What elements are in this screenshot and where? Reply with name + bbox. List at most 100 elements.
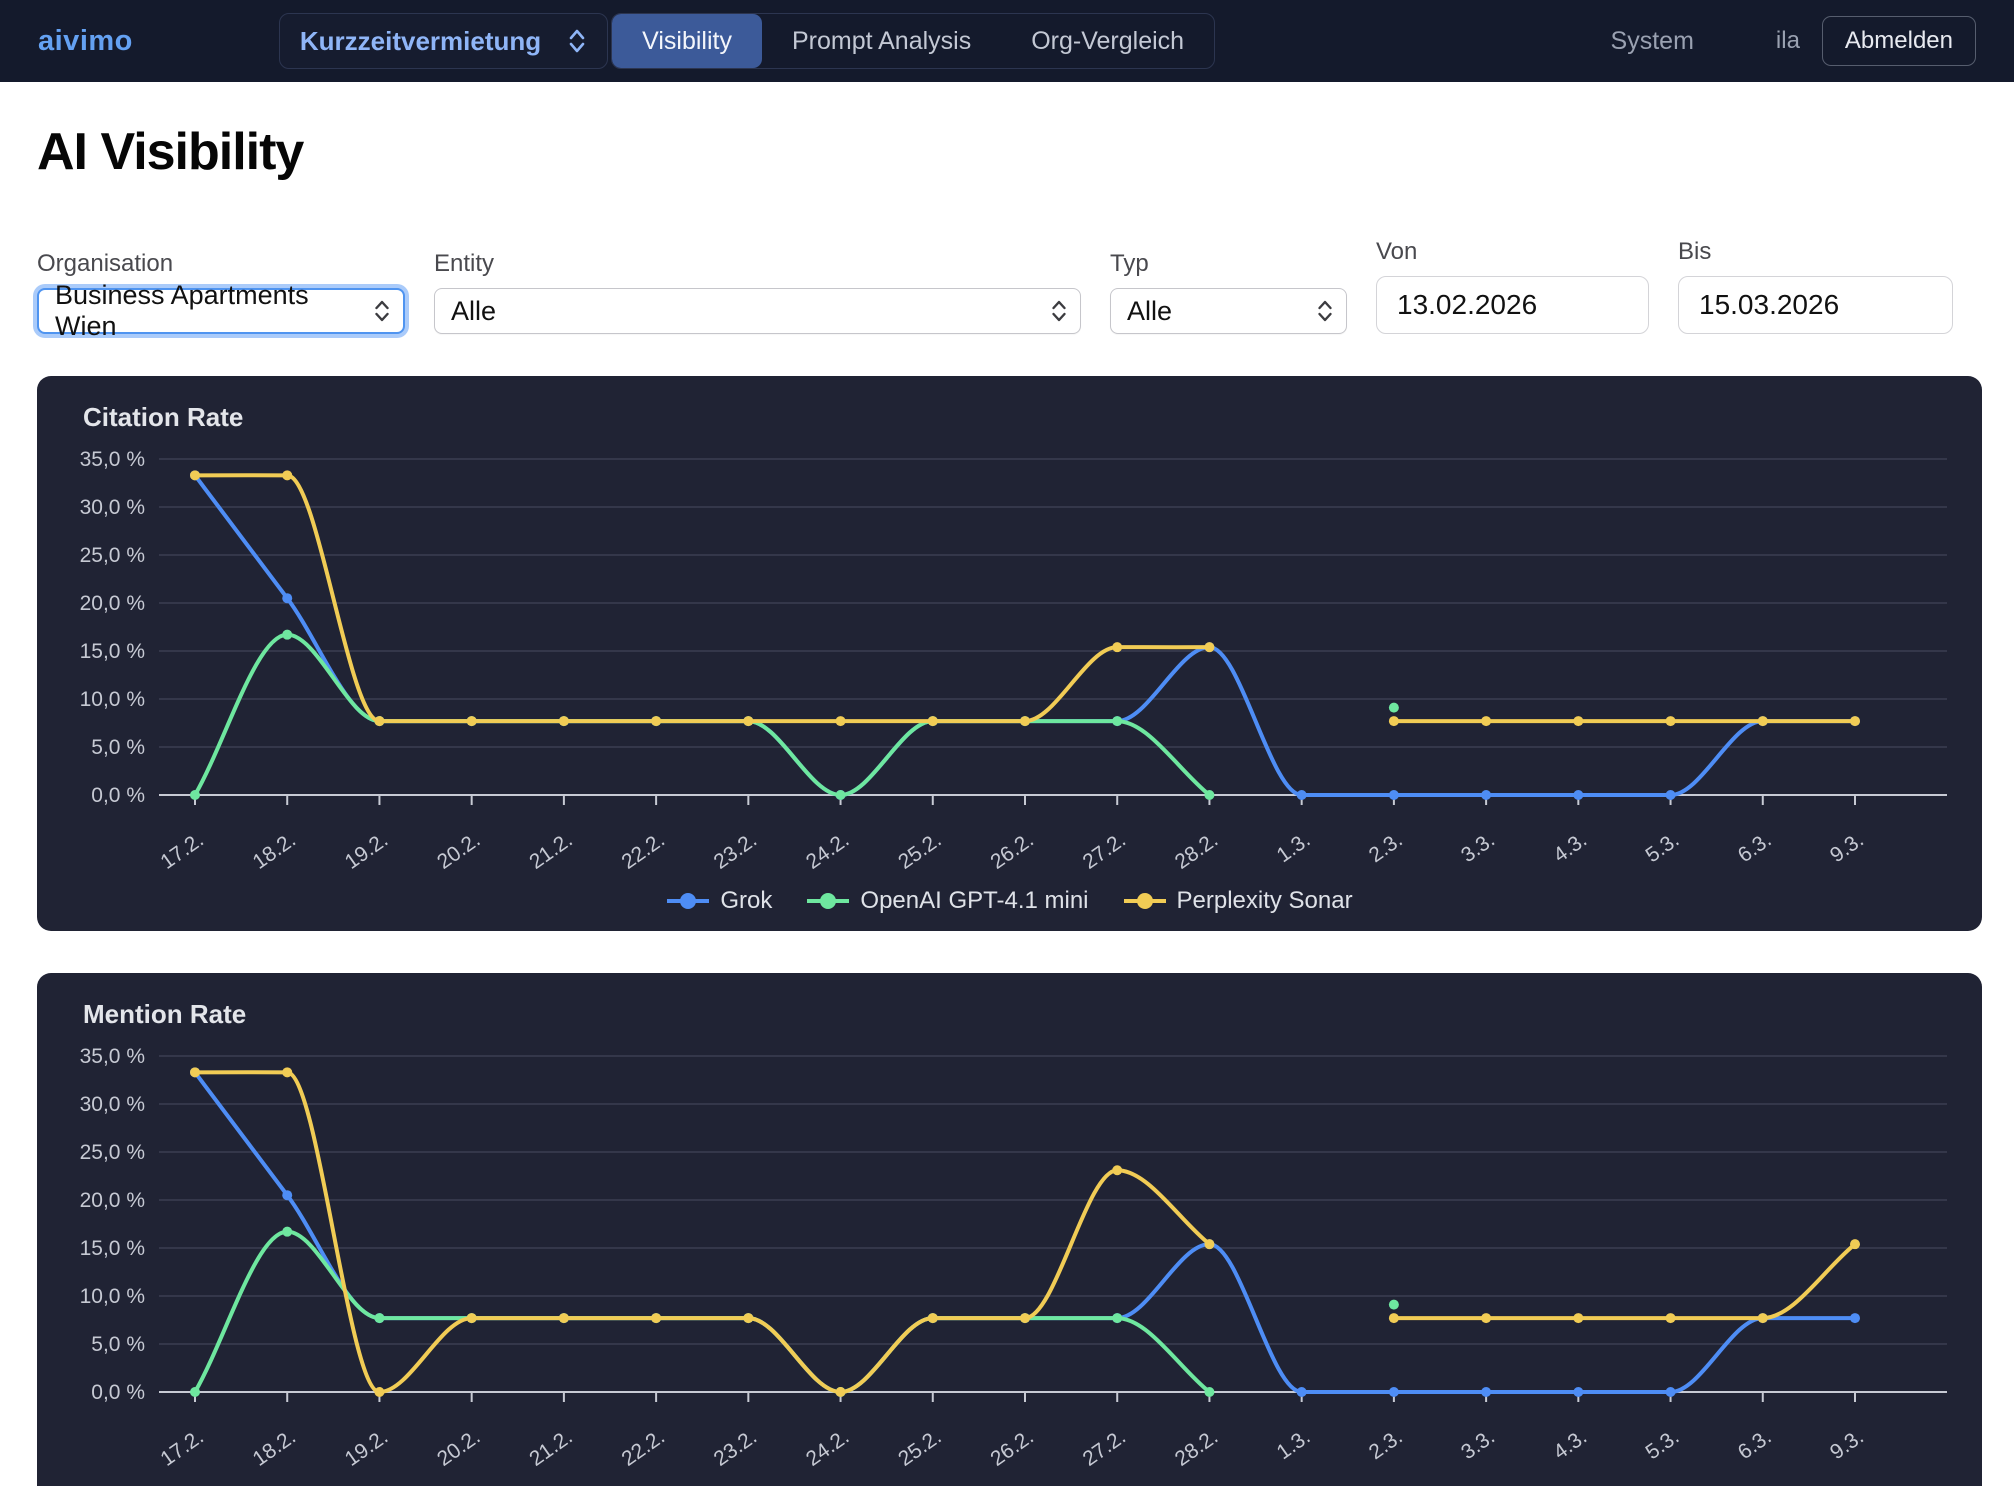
data-point-Perplexity Sonar bbox=[1573, 1313, 1583, 1323]
mention-rate-title: Mention Rate bbox=[61, 999, 1958, 1030]
legend-item-OpenAI GPT-4.1 mini[interactable]: OpenAI GPT-4.1 mini bbox=[806, 887, 1088, 915]
y-axis-label: 30,0 % bbox=[80, 496, 145, 519]
legend-item-Grok[interactable]: Grok bbox=[666, 887, 772, 915]
data-point-Perplexity Sonar bbox=[836, 716, 846, 726]
y-axis-label: 25,0 % bbox=[80, 544, 145, 567]
data-point-Perplexity Sonar bbox=[1112, 642, 1122, 652]
data-point-OpenAI GPT-4.1 mini bbox=[190, 790, 200, 800]
data-point-Perplexity Sonar bbox=[1573, 716, 1583, 726]
org-context-dropdown-label: Kurzzeitvermietung bbox=[300, 26, 541, 57]
data-point-Perplexity Sonar bbox=[1112, 1165, 1122, 1175]
y-axis-label: 15,0 % bbox=[80, 640, 145, 663]
legend-marker-icon bbox=[1123, 891, 1167, 911]
data-point-Perplexity Sonar bbox=[651, 1313, 661, 1323]
citation-rate-chart[interactable]: 0,0 %5,0 %10,0 %15,0 %20,0 %25,0 %30,0 %… bbox=[61, 443, 1958, 881]
x-axis-label: 9.3. bbox=[1826, 828, 1868, 867]
mention-rate-card: Mention Rate 0,0 %5,0 %10,0 %15,0 %20,0 … bbox=[37, 973, 1982, 1486]
data-point-OpenAI GPT-4.1 mini bbox=[1112, 1313, 1122, 1323]
data-point-Perplexity Sonar bbox=[1850, 716, 1860, 726]
tab-prompt-analysis[interactable]: Prompt Analysis bbox=[762, 14, 1001, 68]
y-axis-label: 35,0 % bbox=[80, 1045, 145, 1068]
data-point-OpenAI GPT-4.1 mini bbox=[282, 1227, 292, 1237]
logout-button[interactable]: Abmelden bbox=[1822, 16, 1976, 66]
data-point-OpenAI GPT-4.1 mini bbox=[282, 630, 292, 640]
x-axis-label: 27.2. bbox=[1079, 1425, 1130, 1471]
data-point-OpenAI GPT-4.1 mini bbox=[836, 790, 846, 800]
y-axis-label: 30,0 % bbox=[80, 1093, 145, 1116]
x-axis-label: 23.2. bbox=[710, 828, 761, 874]
topbar-right: System ila Abmelden bbox=[1611, 16, 1976, 66]
data-point-Grok bbox=[1850, 1313, 1860, 1323]
entity-label: Entity bbox=[434, 250, 1081, 278]
data-point-OpenAI GPT-4.1 mini bbox=[1389, 703, 1399, 713]
citation-rate-legend: Grok OpenAI GPT-4.1 mini Perplexity Sona… bbox=[61, 881, 1958, 921]
series-line-Perplexity Sonar bbox=[195, 475, 1209, 721]
y-axis-label: 0,0 % bbox=[91, 1381, 145, 1404]
x-axis-label: 24.2. bbox=[802, 828, 853, 874]
organisation-select-value: Business Apartments Wien bbox=[55, 280, 359, 342]
x-axis-label: 20.2. bbox=[433, 828, 484, 874]
data-point-Perplexity Sonar bbox=[1481, 1313, 1491, 1323]
tab-visibility[interactable]: Visibility bbox=[612, 14, 762, 68]
x-axis-label: 25.2. bbox=[894, 1425, 945, 1471]
legend-item-Perplexity Sonar[interactable]: Perplexity Sonar bbox=[1123, 887, 1353, 915]
data-point-OpenAI GPT-4.1 mini bbox=[1204, 1387, 1214, 1397]
citation-rate-card: Citation Rate 0,0 %5,0 %10,0 %15,0 %20,0… bbox=[37, 376, 1982, 931]
entity-select-value: Alle bbox=[451, 296, 496, 327]
x-axis-label: 1.3. bbox=[1273, 1425, 1315, 1464]
data-point-Perplexity Sonar bbox=[374, 716, 384, 726]
x-axis-label: 4.3. bbox=[1549, 828, 1591, 867]
data-point-Grok bbox=[1666, 790, 1676, 800]
data-point-Grok bbox=[1573, 790, 1583, 800]
data-point-Grok bbox=[1481, 790, 1491, 800]
x-axis-label: 5.3. bbox=[1642, 828, 1684, 867]
bis-date-input[interactable] bbox=[1678, 276, 1953, 334]
data-point-OpenAI GPT-4.1 mini bbox=[1112, 716, 1122, 726]
x-axis-label: 21.2. bbox=[525, 828, 576, 874]
data-point-Perplexity Sonar bbox=[374, 1387, 384, 1397]
legend-marker-icon bbox=[666, 891, 710, 911]
chevron-up-down-icon bbox=[567, 28, 587, 54]
x-axis-label: 18.2. bbox=[249, 828, 300, 874]
x-axis-label: 2.3. bbox=[1365, 1425, 1407, 1464]
von-date-input[interactable] bbox=[1376, 276, 1649, 334]
system-link[interactable]: System bbox=[1611, 27, 1694, 56]
entity-select[interactable]: Alle bbox=[434, 288, 1081, 334]
x-axis-label: 17.2. bbox=[156, 1425, 207, 1471]
data-point-Perplexity Sonar bbox=[1204, 642, 1214, 652]
data-point-Perplexity Sonar bbox=[282, 1067, 292, 1077]
x-axis-label: 18.2. bbox=[249, 1425, 300, 1471]
data-point-Perplexity Sonar bbox=[1758, 1313, 1768, 1323]
data-point-Grok bbox=[1297, 1387, 1307, 1397]
mention-rate-chart[interactable]: 0,0 %5,0 %10,0 %15,0 %20,0 %25,0 %30,0 %… bbox=[61, 1040, 1958, 1478]
org-context-dropdown[interactable]: Kurzzeitvermietung bbox=[279, 13, 608, 69]
data-point-Perplexity Sonar bbox=[282, 470, 292, 480]
x-axis-label: 5.3. bbox=[1642, 1425, 1684, 1464]
legend-label: Perplexity Sonar bbox=[1177, 887, 1353, 915]
page-content: AI Visibility Organisation Business Apar… bbox=[0, 122, 2014, 1486]
data-point-Perplexity Sonar bbox=[1666, 716, 1676, 726]
y-axis-label: 0,0 % bbox=[91, 784, 145, 807]
data-point-OpenAI GPT-4.1 mini bbox=[374, 1313, 384, 1323]
x-axis-label: 6.3. bbox=[1734, 828, 1776, 867]
x-axis-label: 19.2. bbox=[341, 1425, 392, 1471]
data-point-Perplexity Sonar bbox=[1758, 716, 1768, 726]
organisation-select[interactable]: Business Apartments Wien bbox=[37, 288, 405, 334]
data-point-Grok bbox=[282, 593, 292, 603]
x-axis-label: 19.2. bbox=[341, 828, 392, 874]
data-point-Perplexity Sonar bbox=[928, 1313, 938, 1323]
x-axis-label: 3.3. bbox=[1457, 828, 1499, 867]
x-axis-label: 20.2. bbox=[433, 1425, 484, 1471]
series-line-OpenAI GPT-4.1 mini bbox=[195, 1232, 1209, 1392]
data-point-Grok bbox=[1481, 1387, 1491, 1397]
data-point-Perplexity Sonar bbox=[1020, 716, 1030, 726]
data-point-OpenAI GPT-4.1 mini bbox=[1389, 1300, 1399, 1310]
x-axis-label: 22.2. bbox=[618, 1425, 669, 1471]
username-label: ila bbox=[1776, 27, 1800, 55]
series-line-Perplexity Sonar bbox=[1394, 1244, 1855, 1318]
tab-org-vergleich[interactable]: Org-Vergleich bbox=[1001, 14, 1214, 68]
data-point-Perplexity Sonar bbox=[1666, 1313, 1676, 1323]
data-point-Grok bbox=[1389, 790, 1399, 800]
y-axis-label: 10,0 % bbox=[80, 688, 145, 711]
typ-select[interactable]: Alle bbox=[1110, 288, 1347, 334]
